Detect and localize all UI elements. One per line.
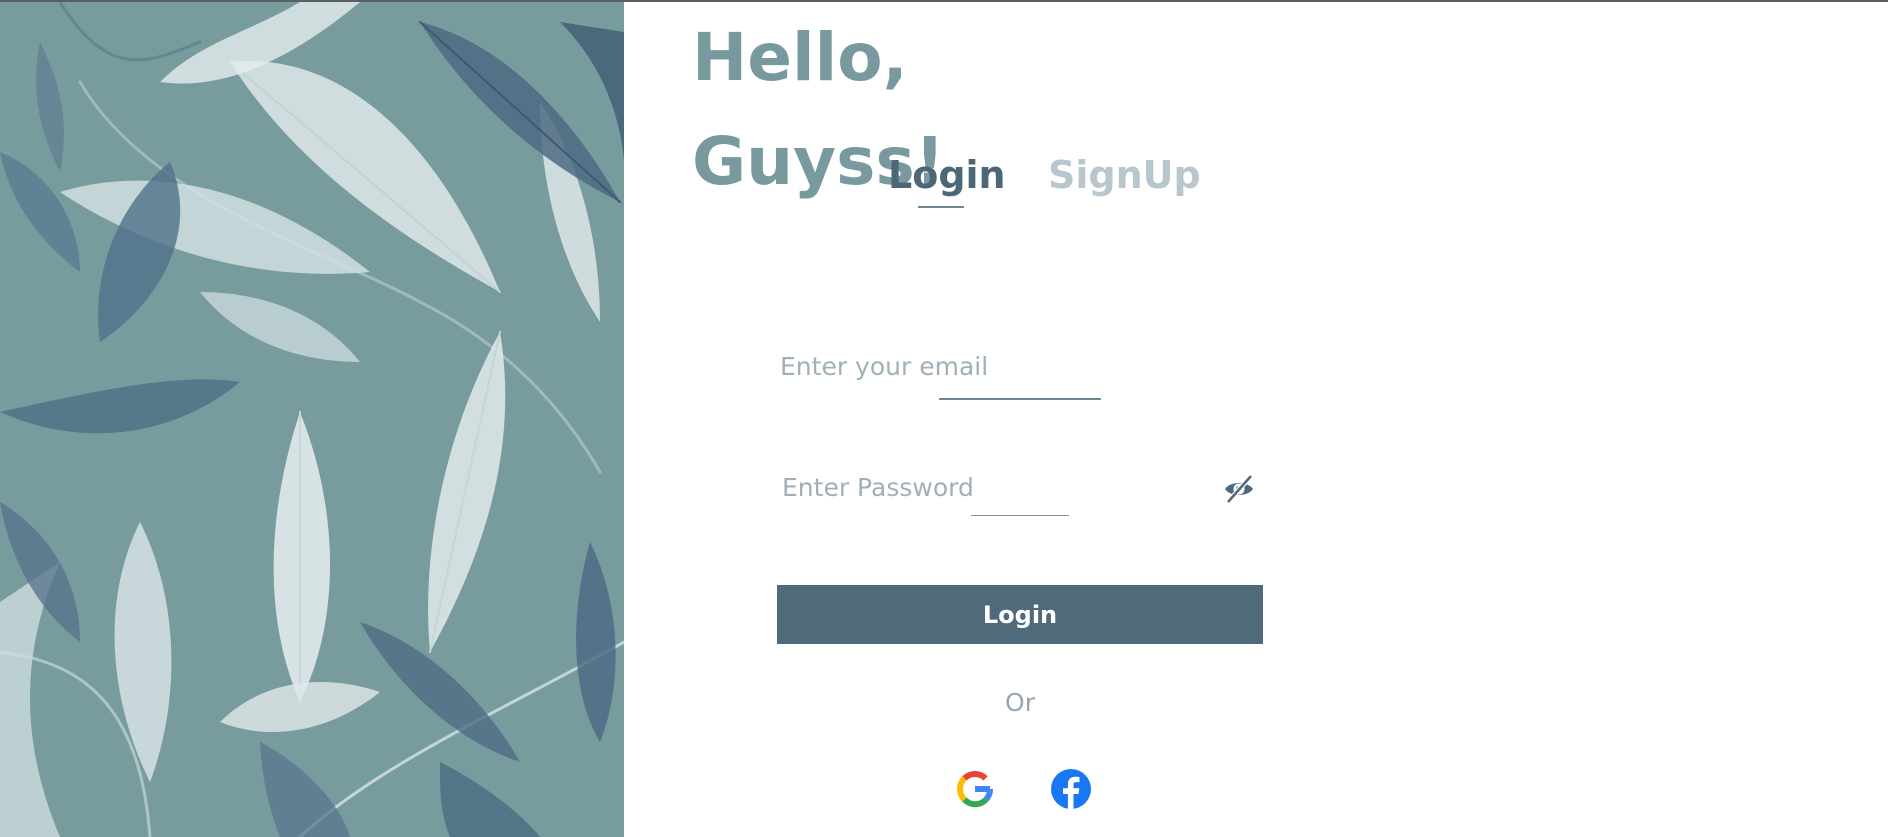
google-login-button[interactable] (954, 768, 996, 810)
login-submit-button[interactable]: Login (777, 585, 1263, 644)
facebook-icon (1051, 769, 1091, 809)
tab-login[interactable]: Login (888, 150, 1006, 200)
google-icon (957, 771, 993, 808)
active-tab-indicator (918, 206, 964, 208)
password-visibility-toggle[interactable] (1222, 472, 1256, 506)
eye-slash-icon (1225, 474, 1253, 504)
password-input[interactable] (782, 467, 1202, 507)
decorative-leaf-panel (0, 2, 624, 837)
tab-signup[interactable]: SignUp (1048, 150, 1201, 200)
leaf-pattern-illustration (0, 2, 624, 837)
greeting-line-1: Hello, (692, 19, 908, 96)
facebook-login-button[interactable] (1050, 768, 1092, 810)
email-input-underline (939, 398, 1101, 400)
email-input[interactable] (780, 346, 1220, 386)
password-input-underline (971, 515, 1069, 516)
or-divider: Or (1005, 688, 1035, 717)
